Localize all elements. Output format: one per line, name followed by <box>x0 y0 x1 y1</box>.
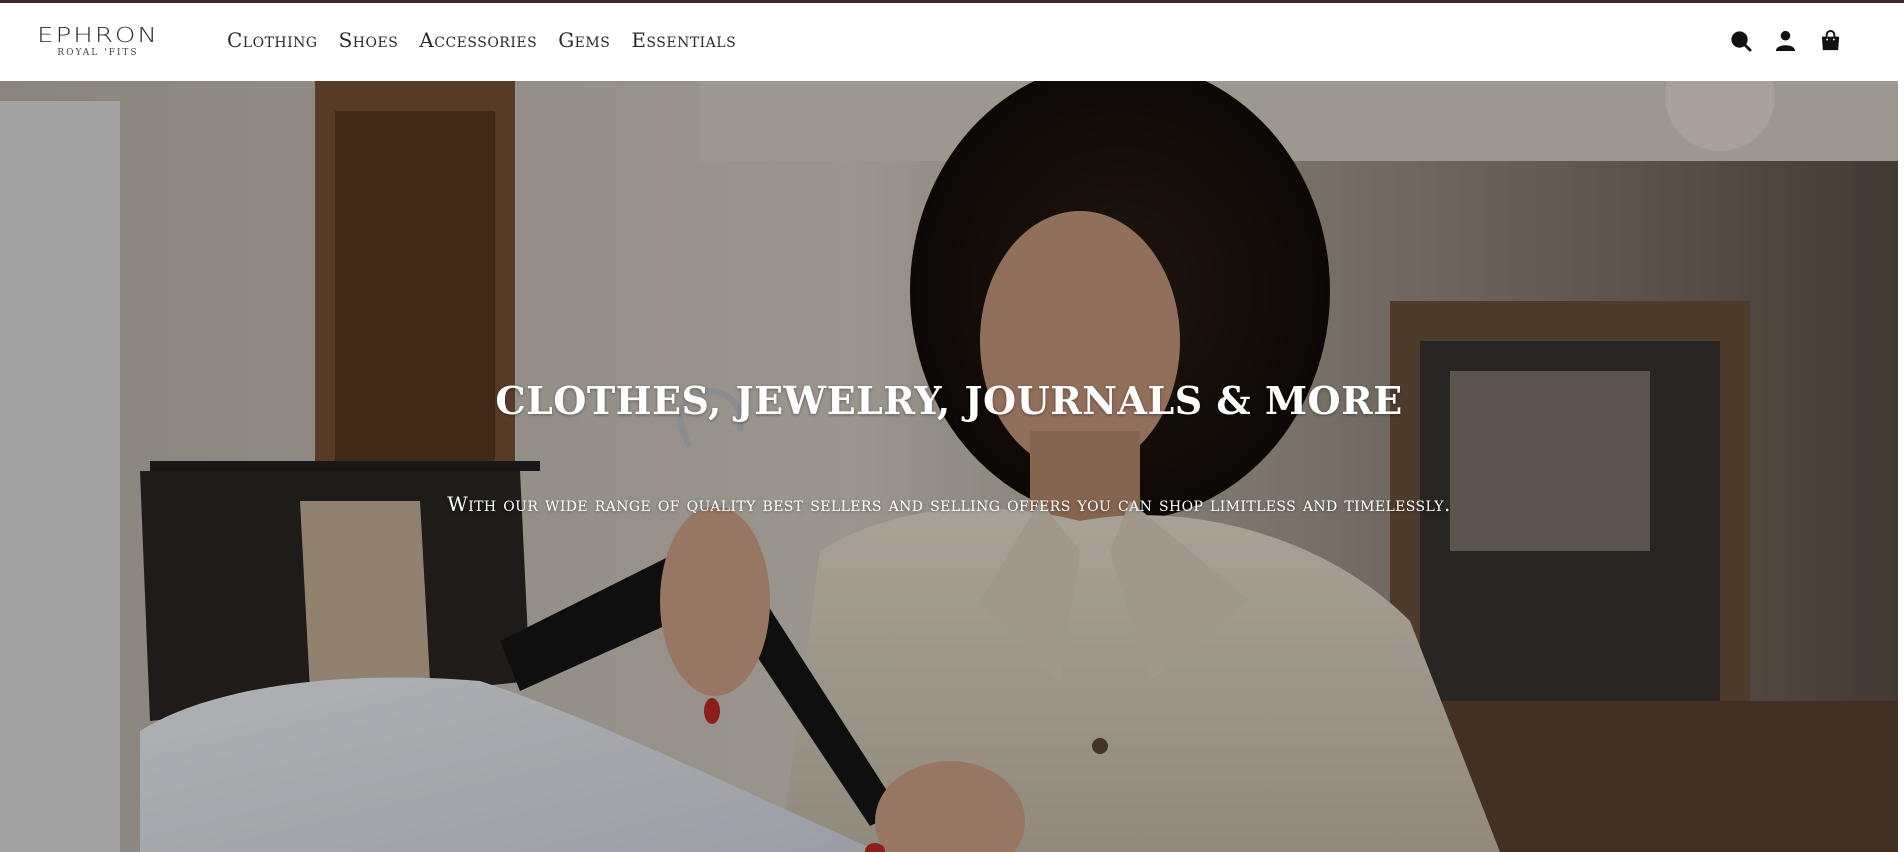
account-icon[interactable] <box>1774 29 1797 52</box>
hero-title: CLOTHES, JEWELRY, JOURNALS & MORE <box>495 378 1403 423</box>
brand-logo[interactable]: EPHRON ROYAL 'FITS <box>18 25 178 58</box>
nav-item-accessories[interactable]: Accessories <box>419 27 537 53</box>
header-actions <box>1729 29 1842 52</box>
nav-item-essentials[interactable]: Essentials <box>631 27 736 53</box>
nav-item-gems[interactable]: Gems <box>558 27 610 53</box>
brand-tagline: ROYAL 'FITS <box>57 48 139 58</box>
search-icon[interactable] <box>1729 29 1752 52</box>
hero-dark-overlay <box>0 81 1898 852</box>
cart-bag-icon[interactable] <box>1819 29 1842 52</box>
hero-banner: CLOTHES, JEWELRY, JOURNALS & MORE With o… <box>0 81 1898 852</box>
brand-name: EPHRON <box>37 23 159 48</box>
page-right-edge <box>1898 81 1904 852</box>
nav-item-clothing[interactable]: Clothing <box>227 27 318 53</box>
main-nav: Clothing Shoes Accessories Gems Essentia… <box>227 27 736 53</box>
site-header: EPHRON ROYAL 'FITS Clothing Shoes Access… <box>0 3 1904 81</box>
nav-item-shoes[interactable]: Shoes <box>339 27 399 53</box>
hero-subtitle: With our wide range of quality best sell… <box>447 492 1451 516</box>
